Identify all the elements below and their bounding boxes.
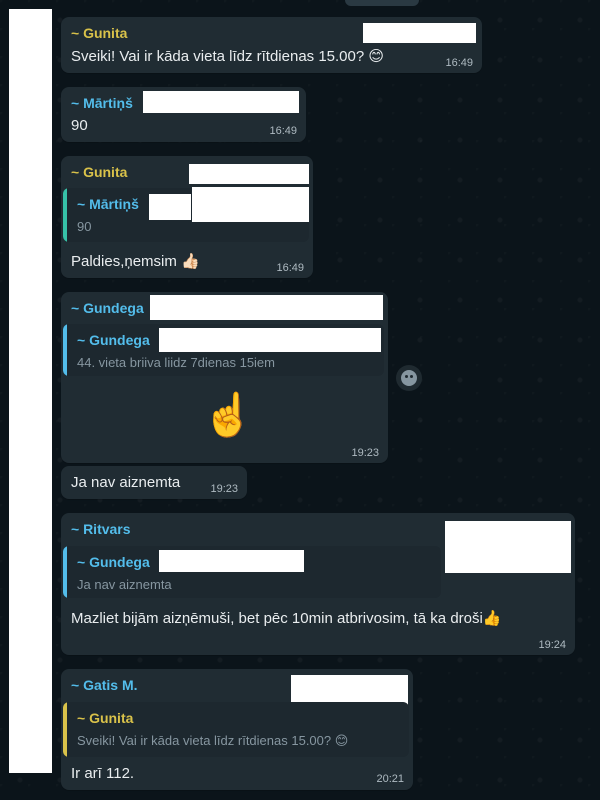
redacted-phone [192,187,309,222]
quoted-sender: ~ Gundega [77,332,150,348]
quoted-sender: ~ Mārtiņš [77,196,139,212]
thumbs-up-emoji: 👍🏻 [181,252,200,270]
message-text: 90 [71,117,88,134]
quoted-text: 44. vieta briiva liidz 7dienas 15iem [77,355,275,370]
thumbs-up-emoji: 👍 [482,609,502,627]
quoted-text: Sveiki! Vai ir kāda vieta līdz rītdienas… [77,733,349,749]
sender-name[interactable]: ~ Gunita [71,25,127,41]
pointing-up-emoji: ☝️ [202,390,255,439]
message-time: 16:49 [269,125,297,137]
redacted-phone [445,521,571,573]
message-bubble[interactable]: ~ Mārtiņš 90 16:49 [61,87,306,142]
redacted-phone [143,91,299,113]
sender-name[interactable]: ~ Mārtiņš [71,95,133,111]
message-bubble[interactable]: ~ Gunita Sveiki! Vai ir kāda vieta līdz … [61,17,482,73]
quoted-message[interactable]: ~ Gunita Sveiki! Vai ir kāda vieta līdz … [63,702,409,757]
message-bubble[interactable]: Ja nav aiznemta 19:23 [61,466,247,499]
redacted-phone [159,328,381,352]
smile-emoji: 😊 [368,47,385,65]
message-text: Paldies,ņemsim 👍🏻 [71,252,200,270]
message-time: 19:23 [210,483,238,495]
message-bubble[interactable]: ~ Gatis M. ~ Gunita Sveiki! Vai ir kāda … [61,669,413,790]
message-text: Ja nav aiznemta [71,474,181,491]
message-bubble[interactable]: ~ Gunita ~ Mārtiņš 90 Paldies,ņemsim 👍🏻 … [61,156,313,278]
previous-bubble-edge [345,0,419,6]
emoji-react-icon[interactable] [396,365,422,391]
redacted-phone [150,295,383,320]
sender-name[interactable]: ~ Gatis M. [71,677,138,693]
message-time: 16:49 [276,262,304,274]
message-time: 19:23 [351,447,379,459]
redacted-phone [159,550,304,572]
quoted-sender: ~ Gunita [77,710,134,726]
redaction-strip [9,9,52,773]
message-time: 19:24 [538,639,566,651]
redacted-phone [363,23,476,43]
redacted-phone [189,164,309,184]
quoted-text: Ja nav aiznemta [77,577,172,592]
message-bubble[interactable]: ~ Gundega ~ Gundega 44. vieta briiva lii… [61,292,388,463]
redacted-phone [149,194,191,220]
message-text: Sveiki! Vai ir kāda vieta līdz rītdienas… [71,47,385,65]
sender-name[interactable]: ~ Ritvars [71,521,131,537]
sender-name[interactable]: ~ Gunita [71,164,127,180]
message-bubble[interactable]: ~ Ritvars ~ Gundega Ja nav aiznemta Mazl… [61,513,575,655]
sender-name[interactable]: ~ Gundega [71,300,144,316]
message-text: Ir arī 112. [71,765,135,782]
message-time: 16:49 [445,57,473,69]
message-text: Mazliet bijām aizņēmuši, bet pēc 10min a… [71,609,502,627]
quoted-sender: ~ Gundega [77,554,150,570]
quoted-text: 90 [77,219,92,234]
message-time: 20:21 [376,773,404,785]
smile-emoji: 😊 [334,734,349,749]
